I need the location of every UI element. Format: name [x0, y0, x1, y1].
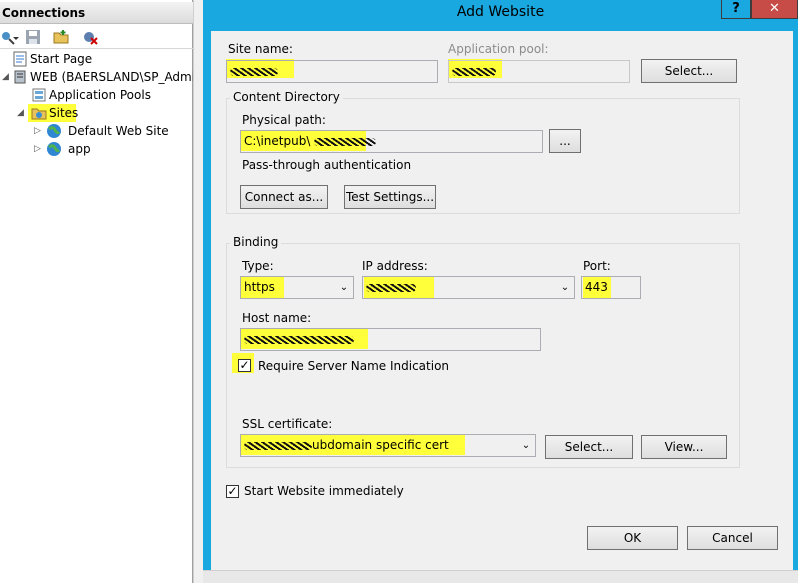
test-settings-button[interactable]: Test Settings...: [344, 185, 436, 209]
port-label: Port:: [583, 259, 611, 273]
ip-address-label: IP address:: [362, 259, 428, 273]
left-pane-scrollbar[interactable]: [193, 0, 203, 583]
tree-item-app[interactable]: ▷ app: [0, 140, 190, 158]
tree-item-server[interactable]: ◢ WEB (BAERSLAND\SP_Admin): [0, 68, 207, 86]
connect-as-button[interactable]: Connect as...: [240, 185, 328, 209]
redaction-scribble: [230, 67, 278, 76]
server-icon: [12, 69, 28, 85]
tree-label: Sites: [49, 106, 79, 120]
type-select[interactable]: https ⌄: [240, 276, 354, 299]
app-pool-input: [448, 60, 630, 83]
ok-button[interactable]: OK: [587, 526, 678, 550]
save-icon[interactable]: [25, 29, 41, 45]
tree-label: app: [68, 142, 91, 156]
sites-folder-icon: [31, 105, 47, 121]
start-page-icon: [12, 51, 28, 67]
bottom-scrollbar[interactable]: [203, 570, 798, 583]
start-immediately-checkbox[interactable]: ✓: [226, 485, 239, 498]
ip-address-select[interactable]: ⌄: [362, 276, 575, 299]
tree-label: WEB (BAERSLAND\SP_Admin): [30, 70, 208, 84]
redaction-scribble: [314, 137, 377, 146]
ssl-view-button[interactable]: View...: [641, 435, 727, 459]
start-immediately-label: Start Website immediately: [244, 484, 404, 498]
chevron-down-icon: ⌄: [521, 440, 531, 451]
redaction-scribble: [244, 441, 312, 450]
tree-item-sites[interactable]: ◢ Sites: [0, 104, 190, 122]
redaction-scribble: [366, 283, 416, 292]
type-label: Type:: [242, 259, 274, 273]
dialog-body: Site name: Application pool: Select... C…: [211, 31, 793, 577]
expand-arrow-icon[interactable]: ▷: [34, 140, 44, 158]
tree-item-application-pools[interactable]: Application Pools: [0, 86, 190, 104]
physical-path-input[interactable]: C:\inetpub\: [240, 130, 543, 153]
tree-label: Application Pools: [49, 88, 151, 102]
ssl-select-button[interactable]: Select...: [545, 435, 633, 459]
application-pools-icon: [31, 87, 47, 103]
add-website-dialog: Add Website ? ✕ Site name: Application p…: [203, 0, 798, 583]
chevron-down-icon: ⌄: [339, 282, 349, 293]
host-name-label: Host name:: [242, 311, 312, 325]
connections-pane: Connections Start Page ◢ WEB (BAERSLAND\…: [0, 0, 207, 583]
select-app-pool-button[interactable]: Select...: [641, 59, 737, 83]
chevron-down-icon: ⌄: [560, 282, 570, 293]
ssl-certificate-select[interactable]: ubdomain specific cert ⌄: [240, 434, 536, 457]
add-folder-icon[interactable]: [53, 29, 69, 45]
globe-icon: [46, 123, 62, 139]
collapse-arrow-icon[interactable]: ◢: [17, 104, 27, 122]
dialog-title: Add Website: [456, 4, 545, 20]
sni-label: Require Server Name Indication: [258, 359, 450, 373]
pass-through-label: Pass-through authentication: [242, 158, 412, 172]
site-name-input[interactable]: [226, 60, 438, 83]
redaction-scribble: [244, 335, 354, 344]
tree-label: Default Web Site: [68, 124, 169, 138]
connections-toolbar: [0, 25, 193, 49]
site-name-label: Site name:: [228, 42, 293, 56]
sni-checkbox[interactable]: ✓: [238, 359, 251, 372]
tree-item-start-page[interactable]: Start Page: [0, 50, 190, 68]
collapse-arrow-icon[interactable]: ◢: [2, 68, 12, 86]
binding-title: Binding: [230, 235, 282, 249]
tree-label: Start Page: [30, 52, 93, 66]
port-input[interactable]: 443: [581, 276, 641, 299]
content-directory-title: Content Directory: [230, 90, 343, 104]
tree-item-default-web-site[interactable]: ▷ Default Web Site: [0, 122, 190, 140]
ssl-certificate-label: SSL certificate:: [242, 417, 333, 431]
disconnect-icon[interactable]: [82, 29, 98, 45]
redaction-scribble: [452, 67, 496, 76]
browse-path-button[interactable]: ...: [549, 129, 581, 153]
physical-path-label: Physical path:: [242, 113, 326, 127]
globe-icon: [46, 141, 62, 157]
host-name-input[interactable]: [240, 328, 541, 351]
app-pool-label: Application pool:: [448, 42, 549, 56]
help-button[interactable]: ?: [721, 0, 751, 19]
cancel-button[interactable]: Cancel: [687, 526, 778, 550]
expand-arrow-icon[interactable]: ▷: [34, 122, 44, 140]
dropdown-arrow-icon[interactable]: [12, 29, 20, 45]
connections-header: Connections: [0, 2, 193, 24]
close-button[interactable]: ✕: [751, 0, 798, 19]
